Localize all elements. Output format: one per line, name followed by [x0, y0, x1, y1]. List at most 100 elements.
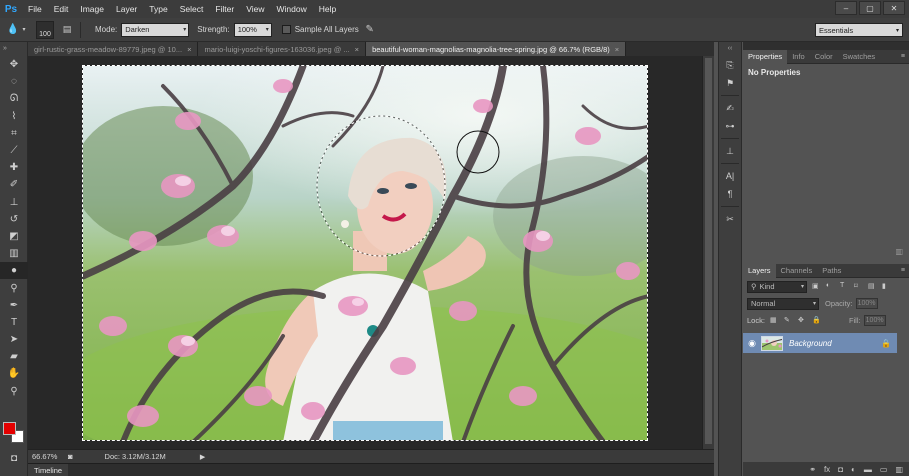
brush-tool-icon[interactable]: ✐: [0, 176, 28, 193]
quick-mask-icon[interactable]: ◘: [0, 450, 28, 467]
shape-tool-icon[interactable]: ▰: [0, 348, 28, 365]
panel-menu-icon[interactable]: ≡: [901, 53, 909, 60]
menu-help[interactable]: Help: [313, 0, 342, 18]
export-icon[interactable]: ◙: [68, 452, 73, 461]
blend-mode-select[interactable]: Normal ▾: [747, 297, 819, 310]
menu-layer[interactable]: Layer: [110, 0, 143, 18]
visibility-eye-icon[interactable]: ◉: [743, 338, 761, 349]
clone-stamp-tool-icon[interactable]: ⊥: [0, 194, 28, 211]
workspace-select[interactable]: Essentials ▾: [815, 23, 903, 37]
brush-size-picker[interactable]: 100: [36, 20, 54, 39]
tab-info[interactable]: Info: [787, 50, 810, 64]
history-brush-tool-icon[interactable]: ↺: [0, 211, 28, 228]
eyedropper-tool-icon[interactable]: ⟋: [0, 142, 28, 159]
hand-tool-icon[interactable]: ✋: [0, 365, 28, 382]
lock-image-icon[interactable]: ✎: [784, 316, 793, 325]
panel-collapse-icon[interactable]: »: [0, 42, 27, 56]
tool-presets-icon[interactable]: ✂: [719, 210, 741, 228]
adjustment-layer-icon[interactable]: ◐: [851, 465, 856, 474]
lock-all-icon[interactable]: 🔒: [812, 316, 821, 325]
zoom-level[interactable]: 66.67%: [28, 452, 68, 461]
character-icon[interactable]: A|: [719, 167, 741, 185]
blur-tool-icon[interactable]: 💧: [6, 23, 20, 37]
zoom-tool-icon[interactable]: ⚲: [0, 383, 28, 400]
layer-kind-select[interactable]: ⚲ Kind ▾: [747, 280, 807, 293]
pressure-strength-icon[interactable]: ✎: [363, 23, 377, 37]
filter-toggle-icon[interactable]: ▮: [882, 282, 891, 291]
status-menu-arrow-icon[interactable]: ▶: [200, 453, 205, 461]
strength-input[interactable]: 100% ▾: [233, 22, 272, 37]
blur-tool-icon[interactable]: ●: [0, 262, 28, 280]
lock-position-icon[interactable]: ✥: [798, 316, 807, 325]
foreground-color-swatch[interactable]: [3, 422, 16, 435]
close-button[interactable]: ✕: [883, 1, 905, 15]
tab-color[interactable]: Color: [810, 50, 838, 64]
move-tool-icon[interactable]: ✥: [0, 56, 28, 73]
tab-channels[interactable]: Channels: [776, 264, 818, 278]
maximize-button[interactable]: ▢: [859, 1, 881, 15]
fill-input[interactable]: 100%: [863, 315, 886, 326]
close-icon[interactable]: ×: [615, 45, 619, 54]
pen-tool-icon[interactable]: ✒: [0, 297, 28, 314]
menu-filter[interactable]: Filter: [209, 0, 240, 18]
layer-row-background[interactable]: ◉ Background 🔒: [743, 333, 897, 353]
new-group-icon[interactable]: ▬: [864, 465, 872, 474]
close-icon[interactable]: ×: [187, 45, 191, 54]
path-selection-tool-icon[interactable]: ➤: [0, 331, 28, 348]
crop-tool-icon[interactable]: ⌗: [0, 125, 28, 142]
paragraph-icon[interactable]: ¶: [719, 185, 741, 203]
vertical-scrollbar[interactable]: [702, 56, 714, 449]
pixel-filter-icon[interactable]: ▣: [812, 282, 821, 291]
gradient-tool-icon[interactable]: ▥: [0, 245, 28, 262]
tab-properties[interactable]: Properties: [743, 49, 788, 64]
link-layers-icon[interactable]: ⚭: [809, 465, 816, 474]
shape-filter-icon[interactable]: ⌑: [854, 282, 863, 291]
type-filter-icon[interactable]: T: [840, 282, 849, 291]
close-icon[interactable]: ×: [355, 45, 359, 54]
lock-transparent-icon[interactable]: ▦: [770, 316, 779, 325]
tab-swatches[interactable]: Swatches: [838, 50, 881, 64]
timeline-tab[interactable]: Timeline: [28, 463, 69, 476]
tool-preset-chevron-icon[interactable]: ▾: [20, 23, 28, 37]
menu-image[interactable]: Image: [74, 0, 110, 18]
eraser-tool-icon[interactable]: ◩: [0, 228, 28, 245]
history-icon[interactable]: ⎘: [719, 56, 741, 74]
healing-brush-tool-icon[interactable]: ✚: [0, 159, 28, 176]
new-layer-icon[interactable]: ▭: [880, 465, 888, 474]
minimize-button[interactable]: –: [835, 1, 857, 15]
tab-layers[interactable]: Layers: [743, 263, 776, 278]
adjustments-icon[interactable]: ⊶: [719, 117, 741, 135]
layer-mask-icon[interactable]: ◘: [838, 465, 843, 474]
menu-file[interactable]: File: [22, 0, 48, 18]
sample-all-layers-checkbox[interactable]: [281, 25, 291, 34]
menu-window[interactable]: Window: [270, 0, 312, 18]
quick-select-tool-icon[interactable]: ⌇: [0, 108, 28, 125]
type-tool-icon[interactable]: T: [0, 314, 28, 331]
menu-select[interactable]: Select: [174, 0, 210, 18]
clone-source-icon[interactable]: ⊥: [719, 142, 741, 160]
lasso-tool-icon[interactable]: ᘏ: [0, 90, 28, 107]
canvas-area[interactable]: [28, 56, 702, 449]
trash-icon[interactable]: ▥: [895, 465, 903, 474]
adjustment-filter-icon[interactable]: ◐: [826, 282, 835, 291]
trash-icon[interactable]: ▥: [895, 247, 903, 256]
tab-document-2[interactable]: mario-luigi-yoschi-figures-163036.jpeg @…: [198, 42, 367, 56]
menu-type[interactable]: Type: [143, 0, 173, 18]
opacity-input[interactable]: 100%: [855, 298, 878, 309]
tab-document-3[interactable]: beautiful-woman-magnolias-magnolia-tree-…: [366, 42, 627, 56]
marquee-tool-icon[interactable]: ◌: [0, 73, 28, 90]
brush-panel-icon[interactable]: ▤: [60, 23, 74, 37]
tab-paths[interactable]: Paths: [817, 264, 846, 278]
menu-view[interactable]: View: [240, 0, 270, 18]
dock-collapse-icon[interactable]: ‹‹: [719, 42, 741, 56]
panel-menu-icon[interactable]: ≡: [901, 267, 909, 274]
mode-select[interactable]: Darken ▾: [121, 22, 190, 37]
actions-icon[interactable]: ⚑: [719, 74, 741, 92]
menu-edit[interactable]: Edit: [48, 0, 75, 18]
scrollbar-thumb[interactable]: [705, 58, 712, 444]
layer-style-icon[interactable]: fx: [824, 465, 830, 474]
smart-object-filter-icon[interactable]: ▤: [868, 282, 877, 291]
tab-document-1[interactable]: girl-rustic-grass-meadow-89779.jpeg @ 10…: [28, 42, 199, 56]
brush-presets-icon[interactable]: ✍: [719, 99, 741, 117]
dodge-tool-icon[interactable]: ⚲: [0, 279, 28, 296]
